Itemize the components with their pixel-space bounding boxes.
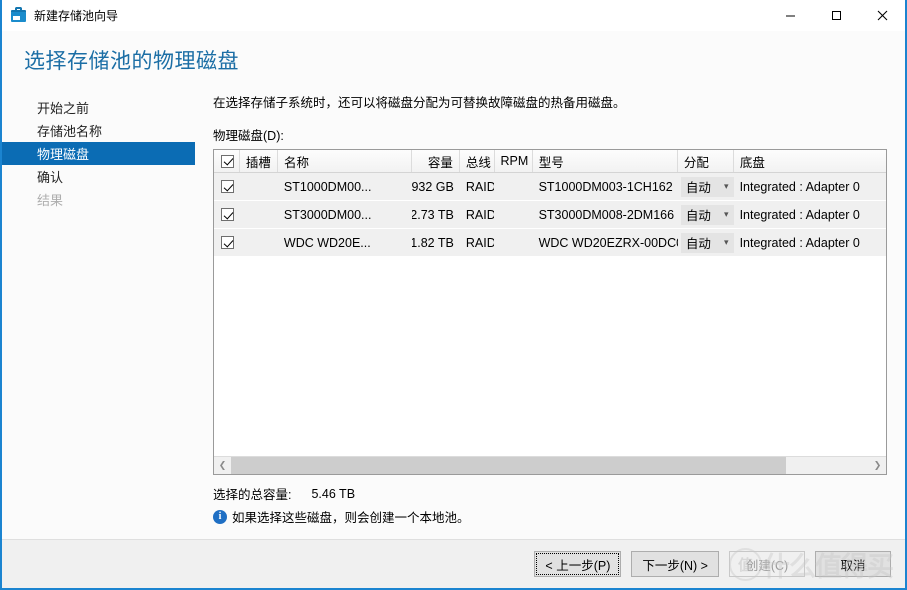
table-row[interactable]: ST3000DM00... 2.73 TB RAID ST3000DM008-2… [214,201,886,229]
allocation-dropdown[interactable]: 自动 ▾ [680,204,734,225]
sidebar-item-results: 结果 [2,188,195,211]
row-checkbox[interactable] [221,180,234,193]
row-select-cell[interactable] [214,201,240,228]
cell-bus: RAID [465,179,495,194]
window-title: 新建存储池向导 [34,9,119,23]
column-header-slot[interactable]: 插槽 [240,150,279,172]
allocation-dropdown[interactable]: 自动 ▾ [680,232,734,253]
cell-capacity: 932 GB [412,179,454,194]
sidebar-item-before-you-begin[interactable]: 开始之前 [2,96,195,119]
status-area: 选择的总容量: 5.46 TB i 如果选择这些磁盘，则会创建一个本地池。 [213,475,887,526]
scrollbar-track[interactable] [231,457,869,474]
wizard-footer: < 上一步(P) 下一步(N) > 创建(C) 取消 值 什么值得买 [2,539,905,588]
cell-bus: RAID [465,235,495,250]
cell-model: WDC WD20EZRX-00DC0B0 [538,235,678,250]
next-button[interactable]: 下一步(N) > [631,551,719,577]
table-row[interactable]: ST1000DM00... 932 GB RAID ST1000DM003-1C… [214,173,886,201]
cell-chassis: Integrated : Adapter 0 [739,179,860,194]
cell-capacity: 1.82 TB [412,235,454,250]
cell-slot [240,173,278,200]
table-header-row: 插槽 名称 容量 总线 RPM 型号 分配 底盘 [214,150,886,173]
chevron-down-icon: ▾ [724,237,729,247]
scrollbar-thumb[interactable] [231,457,787,474]
wizard-steps-sidebar: 开始之前 存储池名称 物理磁盘 确认 结果 [2,88,195,539]
close-icon[interactable] [859,0,905,31]
total-capacity-label: 选择的总容量: [213,488,292,502]
column-header-model[interactable]: 型号 [533,150,678,172]
cell-rpm [494,229,532,256]
column-header-name[interactable]: 名称 [278,150,413,172]
cell-slot [240,229,278,256]
sidebar-item-label: 物理磁盘 [37,147,90,162]
window-controls [767,0,905,31]
storage-toolbox-icon [10,7,27,24]
allocation-value: 自动 [685,209,711,223]
cell-allocation[interactable]: 自动 ▾ [678,173,734,200]
allocation-dropdown[interactable]: 自动 ▾ [680,176,734,197]
row-select-cell[interactable] [214,229,240,256]
table-label: 物理磁盘(D): [213,129,284,143]
total-capacity-line: 选择的总容量: 5.46 TB [213,484,887,503]
sidebar-item-pool-name[interactable]: 存储池名称 [2,119,195,142]
select-all-header[interactable] [214,150,240,172]
row-checkbox[interactable] [221,208,234,221]
table-row[interactable]: WDC WD20E... 1.82 TB RAID WDC WD20EZRX-0… [214,229,886,257]
allocation-value: 自动 [685,237,711,251]
column-header-capacity[interactable]: 容量 [412,150,460,172]
cell-allocation[interactable]: 自动 ▾ [678,201,734,228]
total-capacity-value: 5.46 TB [311,486,356,501]
chevron-down-icon: ▾ [724,209,729,219]
column-header-bus[interactable]: 总线 [460,150,495,172]
select-all-checkbox[interactable] [221,154,234,168]
cell-bus: RAID [465,207,495,222]
cell-model: ST3000DM008-2DM166 [538,207,675,222]
table-body: ST1000DM00... 932 GB RAID ST1000DM003-1C… [214,173,886,456]
cell-capacity: 2.73 TB [412,207,454,222]
cell-chassis: Integrated : Adapter 0 [739,207,860,222]
cell-allocation[interactable]: 自动 ▾ [678,229,734,256]
page-header: 选择存储池的物理磁盘 [2,31,905,88]
sidebar-item-label: 结果 [37,193,64,208]
column-header-allocation[interactable]: 分配 [678,150,734,172]
info-icon: i [213,509,227,524]
chevron-right-icon[interactable]: ❯ [869,457,886,474]
content-pane: 在选择存储子系统时，还可以将磁盘分配为可替换故障磁盘的热备用磁盘。 物理磁盘(D… [195,88,905,539]
wizard-window: 新建存储池向导 选择存储池的物理磁盘 开始之前 存储池名称 物理磁盘 确认 结果… [0,0,907,590]
sidebar-item-label: 开始之前 [37,101,90,116]
chevron-down-icon: ▾ [724,181,729,191]
table-horizontal-scrollbar[interactable]: ❮ ❯ [214,456,886,474]
cell-rpm [494,201,532,228]
row-select-cell[interactable] [214,173,240,200]
cell-slot [240,201,278,228]
previous-button[interactable]: < 上一步(P) [534,551,622,577]
sidebar-item-label: 确认 [37,170,64,185]
cancel-button[interactable]: 取消 [815,551,891,577]
cell-chassis: Integrated : Adapter 0 [739,235,860,250]
info-message: i 如果选择这些磁盘，则会创建一个本地池。 [213,507,887,526]
row-checkbox[interactable] [221,236,234,249]
sidebar-item-confirmation[interactable]: 确认 [2,165,195,188]
allocation-value: 自动 [685,181,711,195]
minimize-icon[interactable] [767,0,813,31]
cell-model: ST1000DM003-1CH162 [538,179,673,194]
page-title: 选择存储池的物理磁盘 [24,49,239,73]
cell-name: WDC WD20E... [283,235,371,250]
cell-rpm [494,173,532,200]
sidebar-item-physical-disks[interactable]: 物理磁盘 [2,142,195,165]
chevron-left-icon[interactable]: ❮ [214,457,231,474]
window-body: 开始之前 存储池名称 物理磁盘 确认 结果 在选择存储子系统时，还可以将磁盘分配… [2,88,905,539]
maximize-icon[interactable] [813,0,859,31]
sidebar-item-label: 存储池名称 [37,124,103,139]
cell-name: ST3000DM00... [283,207,372,222]
title-bar: 新建存储池向导 [2,0,905,31]
title-bar-left: 新建存储池向导 [2,7,118,24]
column-header-rpm[interactable]: RPM [495,150,533,172]
column-header-chassis[interactable]: 底盘 [734,150,886,172]
info-message-text: 如果选择这些磁盘，则会创建一个本地池。 [232,511,470,525]
cell-name: ST1000DM00... [283,179,372,194]
physical-disks-table: 插槽 名称 容量 总线 RPM 型号 分配 底盘 ST1000DM00... 9… [213,149,887,475]
create-button: 创建(C) [729,551,805,577]
intro-text: 在选择存储子系统时，还可以将磁盘分配为可替换故障磁盘的热备用磁盘。 [213,96,626,110]
